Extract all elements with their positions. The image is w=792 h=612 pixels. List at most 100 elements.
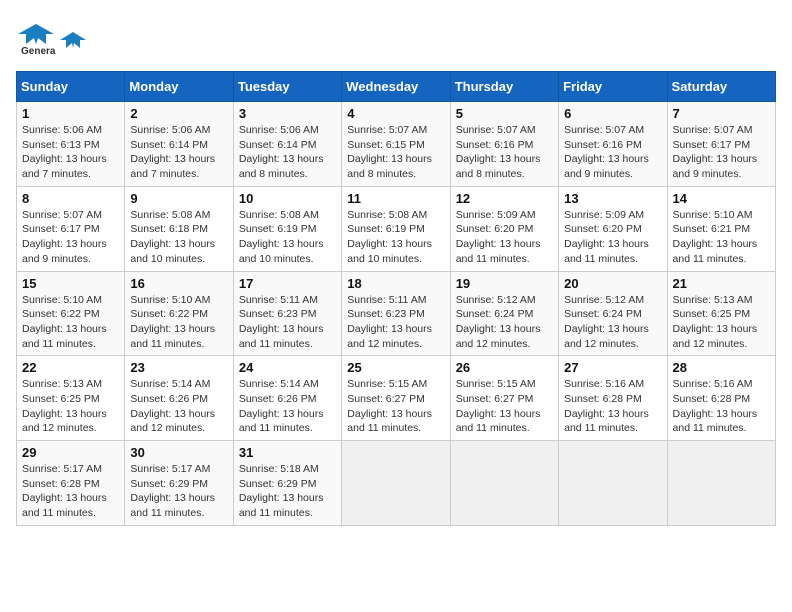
- calendar-header-sunday: Sunday: [17, 72, 125, 102]
- sunset-label: Sunset: 6:16 PM: [456, 139, 534, 151]
- sunrise-label: Sunrise: 5:13 AM: [673, 294, 753, 306]
- day-info: Sunrise: 5:12 AM Sunset: 6:24 PM Dayligh…: [456, 293, 553, 352]
- sunset-label: Sunset: 6:23 PM: [347, 308, 425, 320]
- calendar-week-5: 29 Sunrise: 5:17 AM Sunset: 6:28 PM Dayl…: [17, 441, 776, 526]
- header: General: [16, 16, 776, 61]
- calendar-cell: 21 Sunrise: 5:13 AM Sunset: 6:25 PM Dayl…: [667, 271, 775, 356]
- daylight-label: Daylight: 13 hours and 11 minutes.: [456, 408, 541, 435]
- calendar-cell: 22 Sunrise: 5:13 AM Sunset: 6:25 PM Dayl…: [17, 356, 125, 441]
- calendar-cell: 25 Sunrise: 5:15 AM Sunset: 6:27 PM Dayl…: [342, 356, 450, 441]
- daylight-label: Daylight: 13 hours and 11 minutes.: [564, 238, 649, 265]
- sunrise-label: Sunrise: 5:17 AM: [22, 463, 102, 475]
- calendar-cell: 26 Sunrise: 5:15 AM Sunset: 6:27 PM Dayl…: [450, 356, 558, 441]
- calendar-week-4: 22 Sunrise: 5:13 AM Sunset: 6:25 PM Dayl…: [17, 356, 776, 441]
- daylight-label: Daylight: 13 hours and 11 minutes.: [239, 408, 324, 435]
- sunset-label: Sunset: 6:29 PM: [239, 478, 317, 490]
- day-number: 16: [130, 276, 227, 291]
- sunset-label: Sunset: 6:26 PM: [239, 393, 317, 405]
- calendar-cell: [450, 441, 558, 526]
- daylight-label: Daylight: 13 hours and 12 minutes.: [22, 408, 107, 435]
- day-info: Sunrise: 5:09 AM Sunset: 6:20 PM Dayligh…: [564, 208, 661, 267]
- day-info: Sunrise: 5:17 AM Sunset: 6:29 PM Dayligh…: [130, 462, 227, 521]
- calendar-cell: 8 Sunrise: 5:07 AM Sunset: 6:17 PM Dayli…: [17, 186, 125, 271]
- day-info: Sunrise: 5:11 AM Sunset: 6:23 PM Dayligh…: [347, 293, 444, 352]
- daylight-label: Daylight: 13 hours and 11 minutes.: [239, 492, 324, 519]
- sunset-label: Sunset: 6:16 PM: [564, 139, 642, 151]
- day-info: Sunrise: 5:08 AM Sunset: 6:18 PM Dayligh…: [130, 208, 227, 267]
- day-info: Sunrise: 5:08 AM Sunset: 6:19 PM Dayligh…: [347, 208, 444, 267]
- calendar-cell: 29 Sunrise: 5:17 AM Sunset: 6:28 PM Dayl…: [17, 441, 125, 526]
- sunset-label: Sunset: 6:27 PM: [347, 393, 425, 405]
- sunset-label: Sunset: 6:17 PM: [22, 223, 100, 235]
- day-number: 13: [564, 191, 661, 206]
- sunset-label: Sunset: 6:28 PM: [673, 393, 751, 405]
- calendar-cell: 12 Sunrise: 5:09 AM Sunset: 6:20 PM Dayl…: [450, 186, 558, 271]
- day-number: 7: [673, 106, 770, 121]
- daylight-label: Daylight: 13 hours and 9 minutes.: [673, 153, 758, 180]
- sunset-label: Sunset: 6:20 PM: [456, 223, 534, 235]
- daylight-label: Daylight: 13 hours and 12 minutes.: [673, 323, 758, 350]
- day-info: Sunrise: 5:08 AM Sunset: 6:19 PM Dayligh…: [239, 208, 336, 267]
- day-number: 30: [130, 445, 227, 460]
- day-number: 12: [456, 191, 553, 206]
- calendar-cell: 30 Sunrise: 5:17 AM Sunset: 6:29 PM Dayl…: [125, 441, 233, 526]
- day-number: 15: [22, 276, 119, 291]
- sunrise-label: Sunrise: 5:09 AM: [456, 209, 536, 221]
- day-number: 21: [673, 276, 770, 291]
- daylight-label: Daylight: 13 hours and 7 minutes.: [22, 153, 107, 180]
- calendar-week-2: 8 Sunrise: 5:07 AM Sunset: 6:17 PM Dayli…: [17, 186, 776, 271]
- sunset-label: Sunset: 6:24 PM: [456, 308, 534, 320]
- day-number: 31: [239, 445, 336, 460]
- day-info: Sunrise: 5:18 AM Sunset: 6:29 PM Dayligh…: [239, 462, 336, 521]
- sunrise-label: Sunrise: 5:06 AM: [239, 124, 319, 136]
- sunset-label: Sunset: 6:28 PM: [22, 478, 100, 490]
- sunset-label: Sunset: 6:20 PM: [564, 223, 642, 235]
- day-info: Sunrise: 5:16 AM Sunset: 6:28 PM Dayligh…: [673, 377, 770, 436]
- calendar-header-saturday: Saturday: [667, 72, 775, 102]
- sunset-label: Sunset: 6:28 PM: [564, 393, 642, 405]
- daylight-label: Daylight: 13 hours and 11 minutes.: [673, 408, 758, 435]
- sunset-label: Sunset: 6:14 PM: [130, 139, 208, 151]
- calendar-cell: 6 Sunrise: 5:07 AM Sunset: 6:16 PM Dayli…: [559, 102, 667, 187]
- calendar-cell: 3 Sunrise: 5:06 AM Sunset: 6:14 PM Dayli…: [233, 102, 341, 187]
- daylight-label: Daylight: 13 hours and 11 minutes.: [22, 323, 107, 350]
- day-info: Sunrise: 5:07 AM Sunset: 6:15 PM Dayligh…: [347, 123, 444, 182]
- calendar-header-thursday: Thursday: [450, 72, 558, 102]
- sunset-label: Sunset: 6:15 PM: [347, 139, 425, 151]
- day-info: Sunrise: 5:07 AM Sunset: 6:16 PM Dayligh…: [564, 123, 661, 182]
- calendar-cell: 16 Sunrise: 5:10 AM Sunset: 6:22 PM Dayl…: [125, 271, 233, 356]
- calendar-cell: 7 Sunrise: 5:07 AM Sunset: 6:17 PM Dayli…: [667, 102, 775, 187]
- sunrise-label: Sunrise: 5:06 AM: [22, 124, 102, 136]
- calendar-cell: 11 Sunrise: 5:08 AM Sunset: 6:19 PM Dayl…: [342, 186, 450, 271]
- sunrise-label: Sunrise: 5:11 AM: [239, 294, 318, 306]
- calendar-cell: [342, 441, 450, 526]
- day-number: 25: [347, 360, 444, 375]
- day-info: Sunrise: 5:17 AM Sunset: 6:28 PM Dayligh…: [22, 462, 119, 521]
- calendar-header-monday: Monday: [125, 72, 233, 102]
- calendar-cell: 13 Sunrise: 5:09 AM Sunset: 6:20 PM Dayl…: [559, 186, 667, 271]
- day-number: 27: [564, 360, 661, 375]
- sunrise-label: Sunrise: 5:08 AM: [239, 209, 319, 221]
- day-info: Sunrise: 5:13 AM Sunset: 6:25 PM Dayligh…: [22, 377, 119, 436]
- day-info: Sunrise: 5:15 AM Sunset: 6:27 PM Dayligh…: [347, 377, 444, 436]
- day-number: 2: [130, 106, 227, 121]
- calendar-cell: 10 Sunrise: 5:08 AM Sunset: 6:19 PM Dayl…: [233, 186, 341, 271]
- day-info: Sunrise: 5:14 AM Sunset: 6:26 PM Dayligh…: [130, 377, 227, 436]
- sunset-label: Sunset: 6:24 PM: [564, 308, 642, 320]
- calendar-week-1: 1 Sunrise: 5:06 AM Sunset: 6:13 PM Dayli…: [17, 102, 776, 187]
- sunrise-label: Sunrise: 5:10 AM: [22, 294, 102, 306]
- daylight-label: Daylight: 13 hours and 11 minutes.: [347, 408, 432, 435]
- day-number: 26: [456, 360, 553, 375]
- day-info: Sunrise: 5:15 AM Sunset: 6:27 PM Dayligh…: [456, 377, 553, 436]
- day-info: Sunrise: 5:11 AM Sunset: 6:23 PM Dayligh…: [239, 293, 336, 352]
- day-number: 19: [456, 276, 553, 291]
- day-info: Sunrise: 5:10 AM Sunset: 6:21 PM Dayligh…: [673, 208, 770, 267]
- sunrise-label: Sunrise: 5:13 AM: [22, 378, 102, 390]
- sunset-label: Sunset: 6:22 PM: [130, 308, 208, 320]
- calendar-cell: 28 Sunrise: 5:16 AM Sunset: 6:28 PM Dayl…: [667, 356, 775, 441]
- sunrise-label: Sunrise: 5:09 AM: [564, 209, 644, 221]
- daylight-label: Daylight: 13 hours and 9 minutes.: [22, 238, 107, 265]
- day-number: 17: [239, 276, 336, 291]
- day-info: Sunrise: 5:16 AM Sunset: 6:28 PM Dayligh…: [564, 377, 661, 436]
- calendar-cell: 20 Sunrise: 5:12 AM Sunset: 6:24 PM Dayl…: [559, 271, 667, 356]
